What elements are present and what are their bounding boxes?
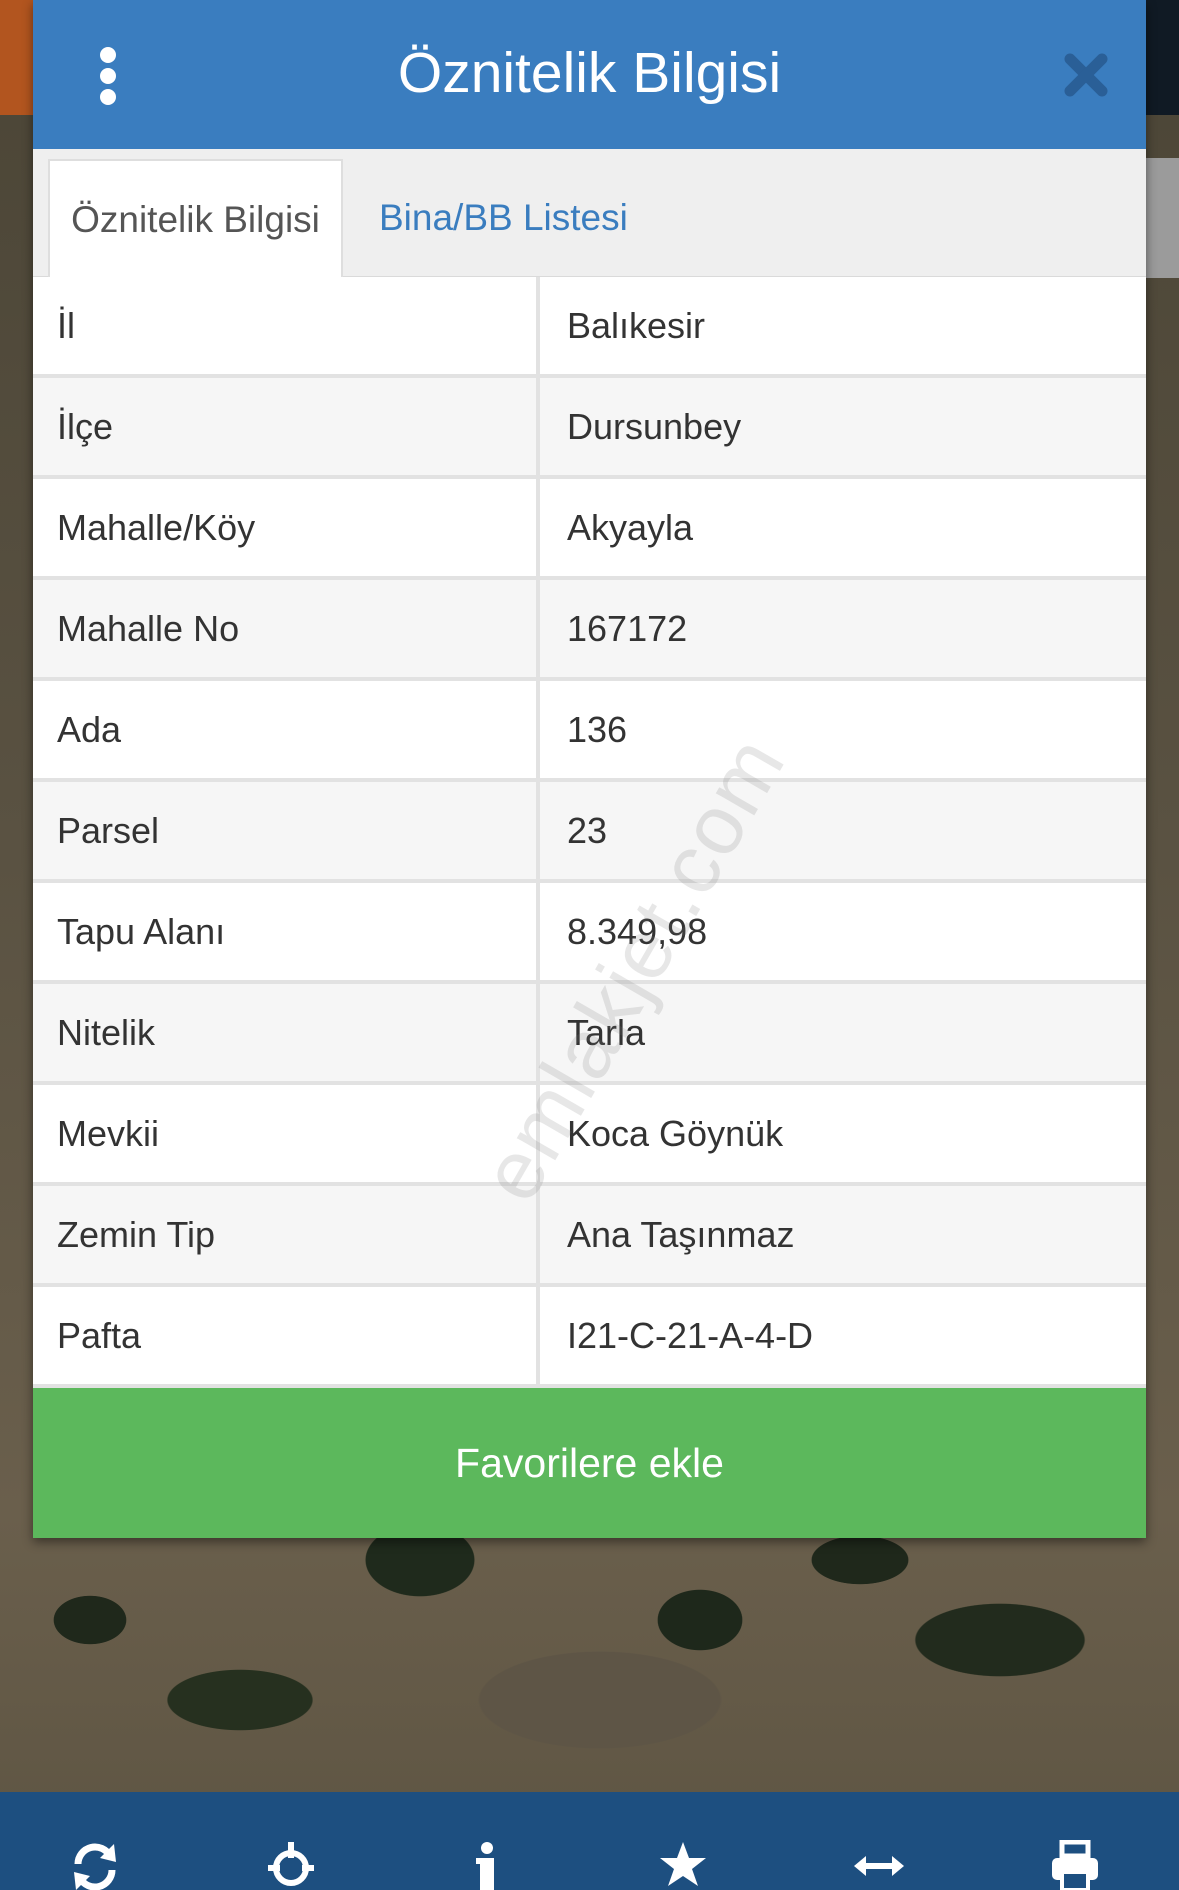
table-row: Tapu Alanı 8.349,98	[33, 883, 1146, 984]
row-key: Ada	[33, 681, 540, 778]
dialog-title: Öznitelik Bilgisi	[397, 41, 782, 105]
row-key: Pafta	[33, 1287, 540, 1384]
row-value: Dursunbey	[567, 406, 742, 447]
attribute-table: İl Balıkesir İlçe Dursunbey Mahalle/Köy …	[33, 277, 1146, 1388]
tab-bar: Öznitelik Bilgisi Bina/BB Listesi	[33, 149, 1146, 277]
row-value: Akyayla	[567, 507, 694, 548]
table-row: Parsel 23	[33, 782, 1146, 883]
row-value: 8.349,98	[567, 911, 708, 952]
row-value: 23	[567, 810, 608, 851]
row-value: Ana Taşınmaz	[567, 1214, 795, 1255]
table-row: Zemin Tip Ana Taşınmaz	[33, 1186, 1146, 1287]
bottom-toolbar	[0, 1792, 1179, 1890]
table-row: Nitelik Tarla	[33, 984, 1146, 1085]
row-key: Zemin Tip	[33, 1186, 540, 1283]
row-value: Koca Göynük	[567, 1113, 784, 1154]
row-key: Tapu Alanı	[33, 883, 540, 980]
row-key: Mevkii	[33, 1085, 540, 1182]
table-row: Pafta I21-C-21-A-4-D	[33, 1287, 1146, 1388]
row-value: Balıkesir	[567, 305, 706, 346]
table-row: İl Balıkesir	[33, 277, 1146, 378]
row-value: I21-C-21-A-4-D	[567, 1315, 814, 1356]
scrollbar-thumb[interactable]	[1146, 158, 1179, 278]
row-key: Mahalle/Köy	[33, 479, 540, 576]
row-key: Parsel	[33, 782, 540, 879]
print-icon[interactable]	[1050, 1840, 1100, 1890]
table-row: Ada 136	[33, 681, 1146, 782]
row-key: Nitelik	[33, 984, 540, 1081]
info-icon[interactable]	[462, 1840, 512, 1890]
tab-building-list[interactable]: Bina/BB Listesi	[353, 159, 654, 277]
row-key: İl	[33, 277, 540, 374]
measure-icon[interactable]	[854, 1840, 904, 1890]
tab-attribute-info[interactable]: Öznitelik Bilgisi	[48, 159, 343, 277]
refresh-icon[interactable]	[70, 1840, 120, 1890]
row-value: Tarla	[567, 1012, 646, 1053]
locate-icon[interactable]	[266, 1840, 316, 1890]
attribute-dialog: Öznitelik Bilgisi Öznitelik Bilgisi Bina…	[33, 0, 1146, 1538]
table-row: Mevkii Koca Göynük	[33, 1085, 1146, 1186]
map-edge-right	[1145, 0, 1179, 115]
table-row: Mahalle/Köy Akyayla	[33, 479, 1146, 580]
table-row: İlçe Dursunbey	[33, 378, 1146, 479]
map-edge-left	[0, 0, 34, 115]
row-value: 167172	[567, 608, 688, 649]
table-row: Mahalle No 167172	[33, 580, 1146, 681]
row-value: 136	[567, 709, 628, 750]
star-icon[interactable]	[658, 1840, 708, 1890]
row-key: Mahalle No	[33, 580, 540, 677]
add-to-favorites-button[interactable]: Favorilere ekle	[33, 1388, 1146, 1538]
row-key: İlçe	[33, 378, 540, 475]
dialog-header: Öznitelik Bilgisi	[33, 0, 1146, 149]
close-icon[interactable]	[1063, 52, 1109, 98]
